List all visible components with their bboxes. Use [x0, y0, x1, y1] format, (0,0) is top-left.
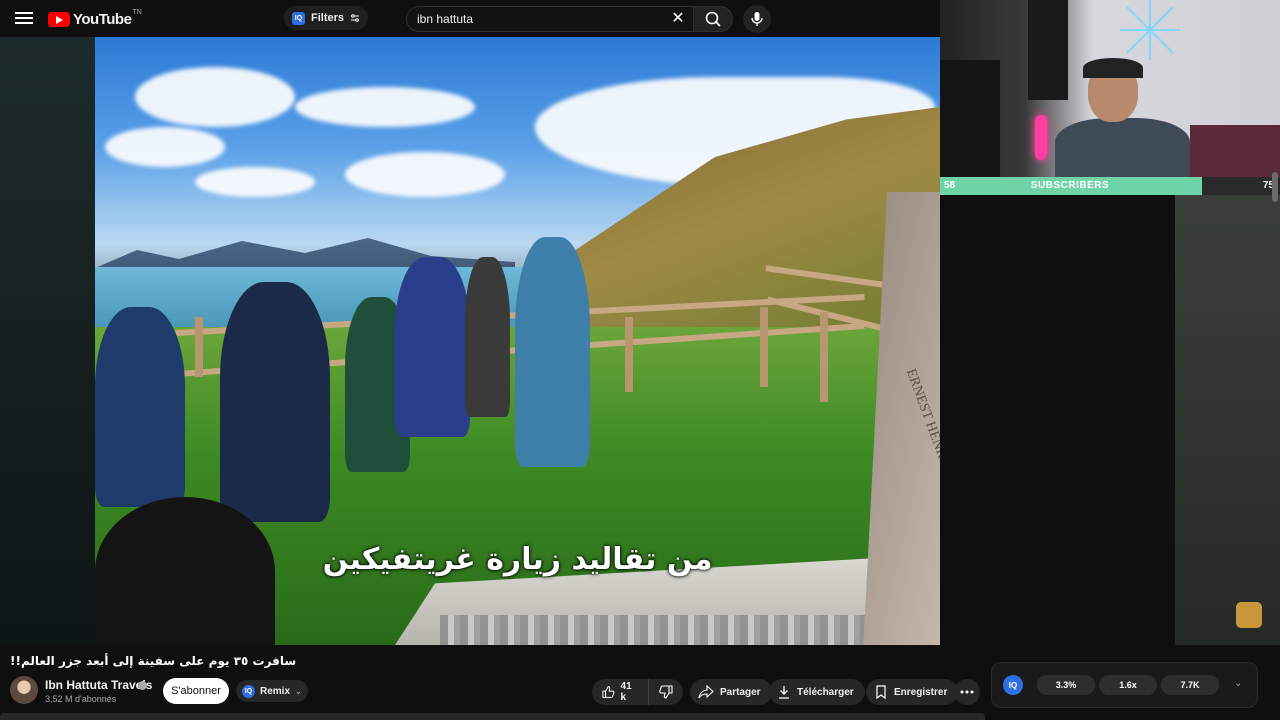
remix-button[interactable]: IQ Remix ⌄ — [236, 680, 308, 702]
filters-label: Filters — [311, 12, 345, 24]
cloud — [105, 127, 225, 167]
cloud — [295, 87, 475, 127]
search-input[interactable] — [417, 10, 657, 28]
streamer-headphones — [1083, 58, 1143, 78]
thumbs-down-icon — [659, 685, 673, 699]
like-count: 41 k — [620, 681, 632, 703]
chevron-down-icon: ⌄ — [295, 686, 302, 696]
download-label: Télécharger — [797, 686, 854, 698]
filters-button[interactable]: IQ Filters — [284, 6, 369, 30]
stat-value: 3.3% — [1037, 675, 1095, 695]
download-button[interactable]: Télécharger — [769, 679, 865, 705]
youtube-play-icon — [48, 11, 70, 27]
iq-extension-icon: IQ — [292, 11, 305, 25]
remix-label: Remix — [260, 685, 291, 697]
video-title: سافرت ٣٥ يوم على سفينة إلى أبعد جزر العا… — [10, 654, 297, 668]
logo-text: YouTube — [73, 10, 132, 28]
streamer-webcam — [940, 0, 1280, 177]
channel-watermark-icon[interactable] — [1236, 602, 1262, 628]
save-button[interactable]: Enregistrer — [866, 679, 959, 705]
page-scrollbar[interactable] — [1272, 172, 1278, 202]
share-button[interactable]: Partager — [690, 679, 772, 705]
streamer-body — [1055, 118, 1190, 177]
bookmark-icon — [876, 685, 886, 699]
video-subtitle: من تقاليد زيارة غريتفيكين — [322, 542, 713, 577]
voice-search-button[interactable] — [743, 5, 771, 33]
more-actions-button[interactable] — [954, 679, 980, 705]
hamburger-menu-icon[interactable] — [14, 9, 34, 29]
cloud — [345, 152, 505, 197]
person — [515, 237, 590, 467]
thumbs-up-icon — [602, 686, 615, 698]
sofa — [1190, 125, 1280, 177]
cloud — [195, 167, 315, 197]
logo-country-code: TN — [132, 8, 142, 16]
save-label: Enregistrer — [894, 686, 948, 698]
grave-gravel — [440, 615, 890, 645]
clear-search-icon[interactable]: ✕ — [669, 10, 687, 28]
subscriber-count: 3,52 M d'abonnés — [45, 694, 117, 704]
chevron-down-icon[interactable]: ⌄ — [1234, 678, 1242, 689]
share-label: Partager — [720, 686, 761, 698]
person — [95, 307, 185, 507]
microphone-icon — [1035, 115, 1047, 160]
description-panel-edge — [0, 713, 985, 720]
search-button[interactable] — [693, 6, 733, 32]
subscriber-goal-label: SUBSCRIBERS — [1030, 180, 1110, 191]
search-icon — [705, 11, 721, 27]
youtube-logo[interactable]: YouTube TN — [48, 9, 142, 29]
dislike-button[interactable] — [649, 679, 683, 705]
subscribe-button[interactable]: S'abonner — [163, 678, 229, 704]
person — [465, 257, 510, 417]
person — [395, 257, 470, 437]
like-dislike-group: 41 k — [592, 679, 683, 705]
microphone-icon — [751, 12, 763, 26]
gaming-chair — [940, 60, 1000, 177]
stat-value: 1.6x — [1099, 675, 1157, 695]
iq-extension-icon: IQ — [242, 684, 255, 698]
video-side-margin — [0, 37, 95, 645]
video-player[interactable]: ERNEST HENRY SHACKLETON EXPLORER من تقال… — [95, 37, 940, 645]
share-icon — [698, 685, 714, 699]
search-box: ✕ — [406, 6, 695, 32]
doorway — [1028, 0, 1068, 100]
cloud — [135, 67, 295, 127]
channel-name[interactable]: Ibn Hattuta Travels — [45, 678, 152, 692]
like-button[interactable]: 41 k — [592, 679, 649, 705]
sliders-icon — [351, 14, 360, 22]
download-icon — [779, 686, 789, 699]
iq-extension-icon[interactable]: IQ — [1003, 675, 1023, 695]
video-side-margin — [1175, 195, 1280, 645]
subscriber-goal-bar: 58 SUBSCRIBERS 75 — [940, 177, 1280, 195]
neon-star-light — [1120, 0, 1180, 60]
verified-check-icon — [138, 681, 147, 690]
person — [220, 282, 330, 522]
more-horizontal-icon — [960, 690, 974, 694]
stat-value: 7.7K — [1161, 675, 1219, 695]
channel-avatar[interactable] — [10, 676, 38, 704]
